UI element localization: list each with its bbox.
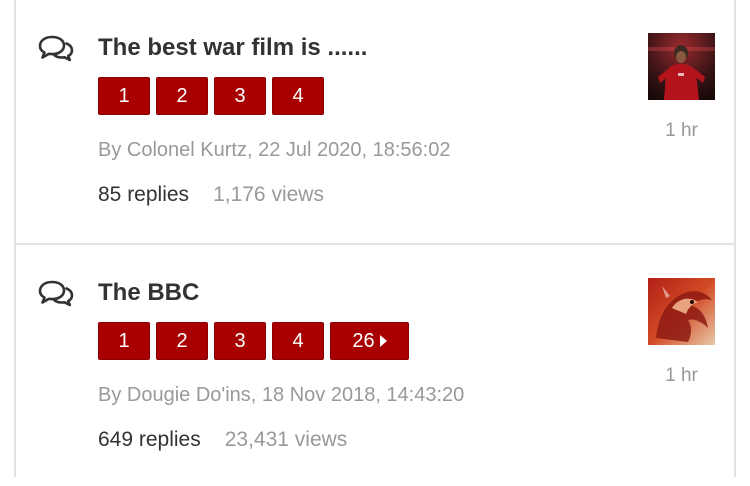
page-link-1[interactable]: 1 — [98, 322, 150, 360]
topic-title[interactable]: The best war film is ...... — [98, 34, 367, 62]
last-poster-avatar[interactable] — [648, 278, 715, 345]
page-link-3[interactable]: 3 — [214, 322, 266, 360]
topic-pagination: 1 2 3 4 26 — [98, 322, 409, 360]
page-link-1[interactable]: 1 — [98, 77, 150, 115]
page-link-4[interactable]: 4 — [272, 322, 324, 360]
chat-bubbles-icon — [38, 35, 74, 62]
page-link-2[interactable]: 2 — [156, 322, 208, 360]
topic-row: The BBC 1 2 3 4 26 By Dougie Do'ins, 18 … — [16, 243, 734, 486]
topic-byline: By Colonel Kurtz, 22 Jul 2020, 18:56:02 — [98, 139, 451, 161]
topic-byline: By Dougie Do'ins, 18 Nov 2018, 14:43:20 — [98, 384, 465, 406]
triangle-right-icon — [379, 335, 387, 347]
topic-stats: 85 replies 1,176 views — [98, 183, 324, 207]
page-link-4[interactable]: 4 — [272, 77, 324, 115]
last-page-label: 26 — [352, 329, 375, 352]
last-post-time: 1 hr — [665, 365, 698, 386]
chat-bubbles-icon — [38, 280, 74, 307]
page-link-last[interactable]: 26 — [330, 322, 409, 360]
topic-row: The best war film is ...... 1 2 3 4 By C… — [16, 0, 734, 243]
page-link-2[interactable]: 2 — [156, 77, 208, 115]
topic-list: The best war film is ...... 1 2 3 4 By C… — [14, 0, 736, 477]
topic-stats: 649 replies 23,431 views — [98, 428, 347, 452]
last-post-time: 1 hr — [665, 120, 698, 141]
topic-title[interactable]: The BBC — [98, 279, 199, 307]
page-link-3[interactable]: 3 — [214, 77, 266, 115]
topic-pagination: 1 2 3 4 — [98, 77, 324, 115]
reply-count: 649 replies — [98, 428, 201, 451]
reply-count: 85 replies — [98, 183, 190, 206]
view-count: 1,176 views — [213, 183, 324, 206]
last-poster-avatar[interactable] — [648, 33, 715, 100]
view-count: 23,431 views — [224, 428, 348, 451]
